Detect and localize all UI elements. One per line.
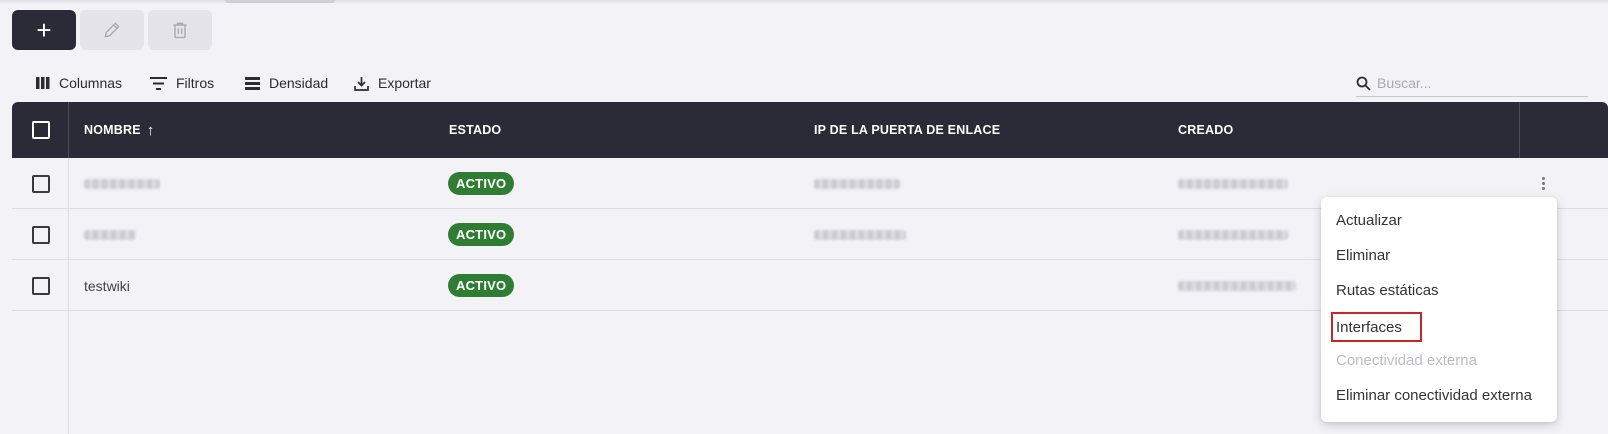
header-divider — [1519, 102, 1520, 158]
density-label: Densidad — [269, 75, 329, 91]
redacted-name — [84, 229, 136, 240]
row-checkbox[interactable] — [32, 276, 50, 295]
select-all-cell — [32, 102, 50, 158]
menu-item-interfaces[interactable]: Interfaces — [1331, 312, 1422, 342]
name-value: testwiki — [84, 277, 130, 294]
menu-item-external-connectivity: Conectividad externa — [1336, 351, 1477, 369]
trash-icon — [173, 22, 187, 39]
column-header-gateway-ip[interactable]: IP DE LA PUERTA DE ENLACE — [814, 102, 1000, 158]
row-checkbox[interactable] — [32, 225, 50, 244]
add-button[interactable]: + — [12, 10, 76, 50]
menu-item-static-routes[interactable]: Rutas estáticas — [1336, 277, 1439, 303]
column-header-status-label: ESTADO — [449, 123, 502, 137]
name-cell — [84, 209, 136, 260]
density-button[interactable]: Densidad — [245, 72, 328, 94]
column-header-created-label: CREADO — [1178, 123, 1234, 137]
export-label: Exportar — [378, 75, 431, 91]
columns-button[interactable]: Columnas — [36, 72, 122, 94]
search-input[interactable] — [1377, 75, 1577, 91]
created-cell — [1178, 260, 1296, 311]
columns-icon — [36, 77, 50, 89]
edit-button[interactable] — [80, 10, 144, 50]
status-cell: ACTIVO — [448, 260, 515, 311]
tab-hint — [225, 0, 335, 3]
redacted-date — [1178, 280, 1296, 291]
column-header-status[interactable]: ESTADO — [449, 102, 501, 158]
redacted-ip — [814, 178, 900, 189]
status-badge: ACTIVO — [448, 172, 515, 195]
redacted-name — [84, 178, 160, 189]
row-checkbox[interactable] — [32, 174, 50, 193]
search-icon — [1356, 76, 1371, 91]
columns-label: Columnas — [59, 75, 123, 91]
row-checkbox-cell — [32, 209, 50, 260]
column-header-name[interactable]: NOMBRE ↑ — [84, 102, 154, 158]
filters-label: Filtros — [176, 75, 215, 91]
name-cell: testwiki — [84, 260, 130, 311]
plus-icon: + — [36, 14, 52, 45]
menu-item-delete[interactable]: Eliminar — [1336, 242, 1390, 268]
column-header-created[interactable]: CREADO — [1178, 102, 1233, 158]
delete-button[interactable] — [148, 10, 212, 50]
column-header-gateway-ip-label: IP DE LA PUERTA DE ENLACE — [814, 123, 1001, 137]
status-badge: ACTIVO — [448, 274, 515, 297]
gateway-ip-cell — [814, 158, 900, 209]
export-button[interactable]: Exportar — [354, 72, 431, 94]
name-cell — [84, 158, 160, 209]
density-icon — [245, 76, 260, 90]
redacted-date — [1178, 178, 1288, 189]
status-badge: ACTIVO — [448, 223, 515, 246]
filter-icon — [150, 76, 167, 90]
status-cell: ACTIVO — [448, 158, 515, 209]
download-icon — [354, 76, 369, 91]
gateway-ip-cell — [814, 209, 906, 260]
select-all-checkbox[interactable] — [32, 121, 50, 139]
menu-item-remove-external-connectivity[interactable]: Eliminar conectividad externa — [1336, 382, 1532, 408]
search-field[interactable] — [1356, 70, 1588, 97]
filters-button[interactable]: Filtros — [150, 72, 214, 94]
pencil-icon — [104, 22, 120, 38]
column-header-name-label: NOMBRE — [84, 123, 141, 137]
created-cell — [1178, 209, 1288, 260]
sort-ascending-icon: ↑ — [146, 121, 155, 139]
menu-item-update[interactable]: Actualizar — [1336, 207, 1402, 233]
table-header: NOMBRE ↑ ESTADO IP DE LA PUERTA DE ENLAC… — [12, 102, 1608, 158]
status-cell: ACTIVO — [448, 209, 515, 260]
row-actions-menu: Actualizar Eliminar Rutas estáticas Inte… — [1321, 197, 1557, 422]
row-checkbox-cell — [32, 260, 50, 311]
row-checkbox-cell — [32, 158, 50, 209]
header-divider — [68, 102, 69, 158]
redacted-date — [1178, 229, 1288, 240]
redacted-ip — [814, 229, 906, 240]
created-cell — [1178, 158, 1288, 209]
top-edge — [0, 0, 1608, 4]
